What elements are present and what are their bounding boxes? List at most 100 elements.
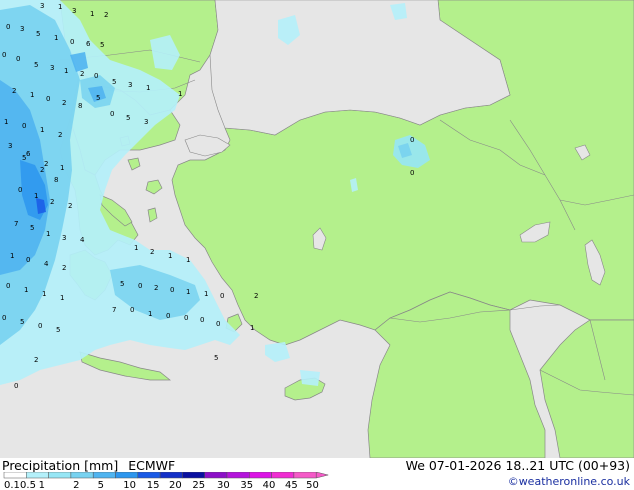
map-value-label: 1	[64, 67, 68, 75]
map-value-label: 3	[144, 118, 148, 126]
map-value-label: 1	[42, 290, 46, 298]
variable-label: Precipitation [mm]	[2, 458, 119, 473]
legend-label: 2	[73, 480, 79, 490]
map-value-label: 5	[112, 78, 116, 86]
map-value-label: 2	[58, 131, 62, 139]
legend-label: 1	[39, 480, 45, 490]
map-value-label: 3	[20, 25, 24, 33]
map-value-label: 0	[184, 314, 188, 322]
map-value-label: 0	[410, 136, 414, 144]
map-value-label: 8	[78, 102, 82, 110]
legend-label: 20	[169, 480, 182, 490]
map-value-label: 2	[150, 248, 154, 256]
map-value-label: 1	[46, 230, 50, 238]
map-value-label: 0	[110, 110, 114, 118]
map-value-label: 0	[16, 55, 20, 63]
map-value-label: 5	[22, 154, 26, 162]
legend-swatch	[26, 472, 49, 479]
map-value-label: 7	[14, 220, 18, 228]
precip-cyprus-patch	[300, 370, 320, 386]
map-value-label: 5	[36, 30, 40, 38]
credit-link[interactable]: ©weatheronline.co.uk	[508, 475, 630, 488]
forecast-datetime: We 07-01-2026 18..21 UTC (00+93)	[405, 458, 630, 473]
legend-label: 15	[147, 480, 160, 490]
map-value-label: 0	[166, 312, 170, 320]
map-value-label: 1	[168, 252, 172, 260]
legend-label: 45	[285, 480, 298, 490]
map-value-label: 5	[100, 41, 104, 49]
map-value-label: 0	[2, 314, 6, 322]
legend-label: 50	[306, 480, 319, 490]
map-value-label: 8	[54, 176, 58, 184]
legend-swatch	[226, 472, 250, 479]
legend-swatch	[115, 472, 139, 479]
map-value-label: 0	[200, 316, 204, 324]
legend-swatch	[159, 472, 183, 479]
color-scale-boxes	[3, 472, 329, 479]
map-value-label: 1	[146, 84, 150, 92]
map-value-label: 0	[14, 382, 18, 390]
map-value-label: 0	[38, 322, 42, 330]
map-value-label: 1	[4, 118, 8, 126]
map-value-label: 1	[186, 256, 190, 264]
map-value-label: 1	[10, 252, 14, 260]
legend-swatch	[271, 472, 295, 479]
map-value-label: 3	[62, 234, 66, 242]
map-value-label: 3	[128, 81, 132, 89]
map-value-label: 2	[62, 264, 66, 272]
legend-swatch	[249, 472, 272, 479]
map-value-label: 5	[120, 280, 124, 288]
map-value-label: 4	[44, 260, 49, 268]
map-value-label: 7	[112, 306, 116, 314]
map-value-label: 0	[70, 38, 74, 46]
map-value-label: 2	[34, 356, 38, 364]
map-value-label: 0	[170, 286, 174, 294]
map-value-label: 5	[56, 326, 60, 334]
legend-swatch	[137, 472, 161, 479]
map-value-label: 1	[30, 91, 34, 99]
map-value-label: 2	[254, 292, 258, 300]
map-value-label: 2	[154, 284, 158, 292]
map-value-label: 1	[34, 192, 38, 200]
map-value-label: 1	[134, 244, 138, 252]
map-value-label: 0	[18, 186, 22, 194]
legend-label: 0.1	[4, 480, 20, 490]
map-value-label: 5	[30, 224, 34, 232]
legend-swatch	[204, 472, 228, 479]
map-value-label: 6	[86, 40, 91, 48]
map-value-label: 0	[220, 292, 224, 300]
map-value-label: 1	[204, 290, 208, 298]
map-value-label: 1	[58, 3, 62, 11]
legend-swatch	[293, 472, 317, 479]
legend-swatch	[92, 472, 116, 479]
map-value-label: 2	[12, 87, 16, 95]
map-value-label: 2	[40, 166, 44, 174]
map-value-label: 5	[96, 94, 100, 102]
precipitation-map: 3 1 3 1 20 35 1 0 6 50 05 3 1 2 05 3 12 1 0 2 85 11 0 120 5 3362 1…	[0, 0, 634, 458]
map-value-label: 2	[68, 202, 72, 210]
map-value-label: 0	[2, 51, 6, 59]
map-value-label: 6	[26, 150, 31, 158]
map-value-label: 0	[46, 95, 50, 103]
map-value-label: 1	[60, 164, 64, 172]
map-value-label: 2	[104, 11, 108, 19]
map-value-label: 5	[214, 354, 218, 362]
legend-swatch	[48, 472, 72, 479]
map-value-label: 5	[126, 114, 130, 122]
map-value-label: 3	[8, 142, 12, 150]
legend-label: 25	[192, 480, 205, 490]
map-value-label: 2	[44, 160, 48, 168]
map-value-label: 2	[80, 70, 84, 78]
map-value-label: 0	[130, 306, 134, 314]
map-value-label: 1	[148, 310, 152, 318]
legend-arrow	[315, 472, 329, 479]
legend-label: 10	[123, 480, 136, 490]
map-value-label: 1	[24, 286, 28, 294]
legend-label: 0.5	[20, 480, 36, 490]
map-value-label: 4	[80, 236, 85, 244]
map-value-label: 5	[34, 61, 38, 69]
model-label: ECMWF	[128, 458, 176, 473]
map-value-label: 0	[6, 282, 10, 290]
chart-title: Precipitation [mm] ECMWF	[2, 458, 181, 473]
map-value-label: 1	[250, 324, 254, 332]
